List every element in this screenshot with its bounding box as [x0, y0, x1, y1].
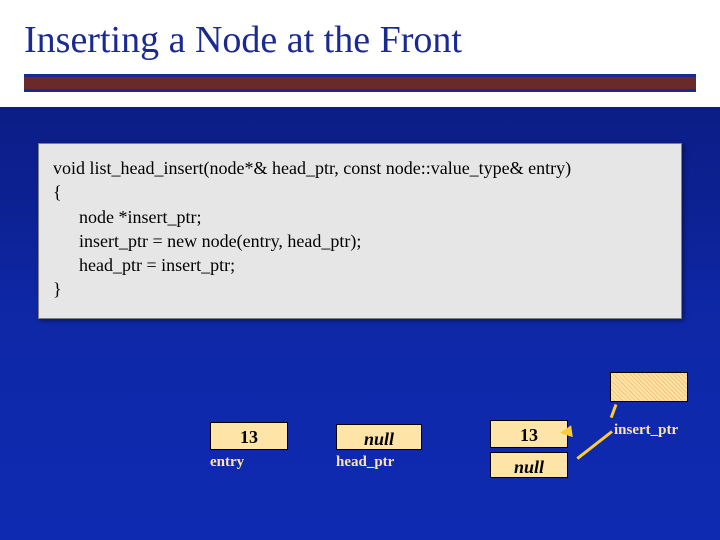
code-line: void list_head_insert(node*& head_ptr, c… — [53, 156, 667, 180]
slide-title: Inserting a Node at the Front — [24, 18, 696, 62]
node-link-box: null — [490, 452, 568, 478]
code-block: void list_head_insert(node*& head_ptr, c… — [38, 143, 682, 319]
diagram: 13 entry null head_ptr 13 null insert_pt… — [0, 370, 720, 530]
code-line: node *insert_ptr; — [53, 205, 667, 229]
title-area: Inserting a Node at the Front — [0, 0, 720, 107]
code-line: } — [53, 277, 667, 301]
entry-value-box: 13 — [210, 422, 288, 450]
title-rule — [24, 74, 696, 92]
code-line: head_ptr = insert_ptr; — [53, 253, 667, 277]
insertptr-label: insert_ptr — [614, 422, 678, 439]
insertptr-box — [610, 372, 688, 402]
headptr-label: head_ptr — [336, 454, 394, 471]
node-data-box: 13 — [490, 420, 568, 448]
arrow-head-icon — [559, 425, 573, 439]
headptr-value-box: null — [336, 424, 422, 450]
code-line: { — [53, 180, 667, 204]
code-line: insert_ptr = new node(entry, head_ptr); — [53, 229, 667, 253]
entry-label: entry — [210, 454, 244, 471]
arrow-icon — [610, 404, 618, 418]
arrow-icon — [576, 430, 613, 459]
